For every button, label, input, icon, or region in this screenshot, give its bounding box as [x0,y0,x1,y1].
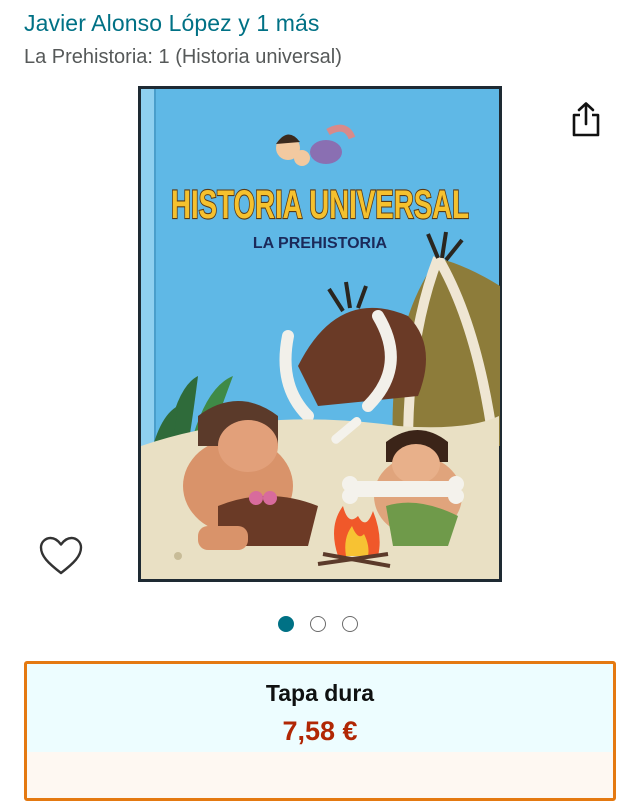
format-label: Tapa dura [265,680,375,706]
carousel-dot-2[interactable] [310,616,326,632]
carousel-dot-3[interactable] [342,616,358,632]
format-option-footer [27,752,613,798]
share-icon [572,102,600,137]
carousel-dot-1[interactable] [278,616,294,632]
format-option-hardcover[interactable]: Tapa dura 7,58 € [24,661,616,801]
cover-book-subtitle: LA PREHISTORIA [253,235,388,252]
author-link[interactable]: Javier Alonso López y 1 más [24,10,319,37]
share-button[interactable] [566,100,606,140]
format-price: 7,58 € [282,716,358,746]
cover-series-title: HISTORIA UNIVERSAL [171,183,469,227]
product-image[interactable]: HISTORIA UNIVERSAL LA PREHISTORIA [138,86,502,582]
image-carousel-indicator [278,615,358,633]
wishlist-button[interactable] [38,534,84,578]
heart-icon [39,536,83,575]
product-title: La Prehistoria: 1 (Historia universal) [24,46,342,68]
